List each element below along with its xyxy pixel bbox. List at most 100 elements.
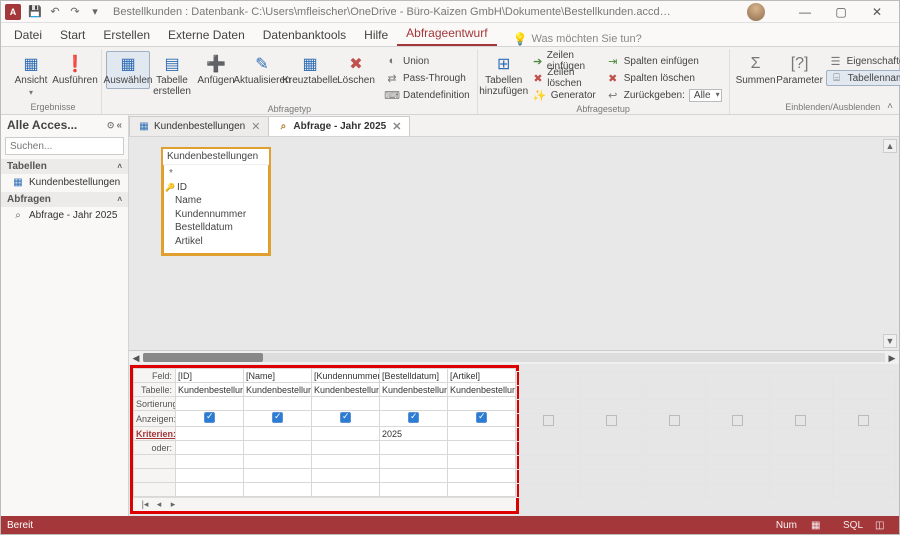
- view-design-button[interactable]: ◫: [875, 520, 893, 531]
- nav-collapse-icon[interactable]: «: [116, 120, 122, 131]
- tab-hilfe[interactable]: Hilfe: [355, 24, 397, 46]
- grid-cell[interactable]: [Bestelldatum]: [380, 369, 448, 383]
- show-checkbox[interactable]: [448, 411, 516, 427]
- grid-cell[interactable]: [176, 397, 244, 411]
- source-table-box[interactable]: Kundenbestellungen * ID Name Kundennumme…: [161, 147, 271, 256]
- aktualisieren-button[interactable]: ✎ Aktualisieren: [238, 51, 286, 89]
- summen-button[interactable]: Σ Summen: [734, 51, 778, 89]
- scroll-left-icon[interactable]: ◀: [129, 351, 143, 365]
- show-checkbox[interactable]: [380, 411, 448, 427]
- zeilen-loeschen-button[interactable]: ✖Zeilen löschen: [530, 70, 599, 86]
- grid-cell[interactable]: [448, 427, 516, 441]
- tab-erstellen[interactable]: Erstellen: [94, 24, 159, 46]
- canvas-horizontal-scrollbar[interactable]: ◀ ▶: [129, 350, 899, 364]
- grid-cell[interactable]: Kundenbestellungen: [448, 383, 516, 397]
- tab-datenbanktools[interactable]: Datenbanktools: [254, 24, 355, 46]
- tab-abfrageentwurf[interactable]: Abfrageentwurf: [397, 22, 496, 46]
- unchecked-icon[interactable]: [732, 415, 743, 426]
- redo-icon[interactable]: ↷: [67, 4, 83, 20]
- loeschen-button[interactable]: ✖ Löschen: [334, 51, 378, 89]
- qat-customize-icon[interactable]: ▾: [87, 4, 103, 20]
- tabellen-hinzufuegen-button[interactable]: ⊞ Tabellen hinzufügen: [482, 51, 526, 99]
- spalten-einfuegen-button[interactable]: ⇥Spalten einfügen: [603, 53, 725, 69]
- ansicht-button[interactable]: ▦ Ansicht ▾: [9, 51, 53, 99]
- close-button[interactable]: ✕: [859, 1, 895, 23]
- ausfuehren-button[interactable]: ❗ Ausführen: [53, 51, 97, 89]
- user-avatar-icon[interactable]: [747, 3, 765, 21]
- doc-tab-abfrage-jahr-2025[interactable]: ⌕ Abfrage - Jahr 2025 ✕: [268, 116, 410, 136]
- auswaehlen-button[interactable]: ▦ Auswählen: [106, 51, 150, 89]
- grid-cell[interactable]: [312, 441, 380, 455]
- scroll-thumb[interactable]: [143, 353, 263, 362]
- tab-start[interactable]: Start: [51, 24, 94, 46]
- tabellennamen-toggle[interactable]: ⌸Tabellennamen: [826, 70, 900, 86]
- maximize-button[interactable]: ▢: [823, 1, 859, 23]
- grid-cell[interactable]: [448, 441, 516, 455]
- grid-cell[interactable]: [176, 427, 244, 441]
- nav-first-icon[interactable]: |◂: [139, 499, 151, 510]
- nav-dropdown-icon[interactable]: ⊙: [107, 120, 115, 131]
- tab-datei[interactable]: Datei: [5, 24, 51, 46]
- field-name[interactable]: Name: [175, 194, 263, 208]
- union-button[interactable]: ◐Union: [382, 53, 473, 69]
- generator-button[interactable]: ✨Generator: [530, 87, 599, 103]
- collapse-ribbon-icon[interactable]: ˄: [887, 101, 893, 112]
- datendefinition-button[interactable]: ⌨Datendefinition: [382, 87, 473, 103]
- grid-cell[interactable]: Kundenbestellungen: [312, 383, 380, 397]
- nav-prev-icon[interactable]: ◂: [153, 499, 165, 510]
- tell-me-search[interactable]: 💡 Was möchten Sie tun?: [513, 32, 642, 46]
- field-kundennummer[interactable]: Kundennummer: [175, 208, 263, 222]
- nav-search-input[interactable]: [6, 141, 142, 152]
- scroll-down-button[interactable]: ▼: [883, 334, 897, 348]
- field-artikel[interactable]: Artikel: [175, 235, 263, 249]
- nav-item-query-abfrage-jahr-2025[interactable]: ⌕ Abfrage - Jahr 2025: [1, 207, 128, 223]
- show-checkbox[interactable]: [176, 411, 244, 427]
- view-sql-button[interactable]: SQL: [843, 520, 861, 531]
- grid-record-nav[interactable]: |◂ ◂ ▸: [133, 497, 516, 511]
- query-design-canvas[interactable]: Kundenbestellungen * ID Name Kundennumme…: [129, 137, 899, 350]
- doc-tab-kundenbestellungen[interactable]: ▦ Kundenbestellungen ✕: [129, 116, 269, 136]
- grid-cell[interactable]: [Name]: [244, 369, 312, 383]
- field-bestelldatum[interactable]: Bestelldatum: [175, 221, 263, 235]
- grid-cell[interactable]: [312, 397, 380, 411]
- spalten-loeschen-button[interactable]: ✖Spalten löschen: [603, 70, 725, 86]
- zurueckgeben-field[interactable]: ↩ Zurückgeben: Alle ▾: [603, 87, 725, 103]
- passthrough-button[interactable]: ⇄Pass-Through: [382, 70, 473, 86]
- nav-group-tables-header[interactable]: Tabellen ˄: [1, 159, 128, 174]
- grid-cell[interactable]: Kundenbestellungen: [244, 383, 312, 397]
- grid-cell[interactable]: Kundenbestellungen: [380, 383, 448, 397]
- scroll-up-button[interactable]: ▲: [883, 139, 897, 153]
- grid-cell[interactable]: [448, 397, 516, 411]
- tab-externe-daten[interactable]: Externe Daten: [159, 24, 254, 46]
- view-datasheet-button[interactable]: ▦: [811, 520, 829, 531]
- grid-cell[interactable]: [176, 441, 244, 455]
- nav-pane-title[interactable]: Alle Acces... ⊙ «: [1, 115, 128, 135]
- nav-next-icon[interactable]: ▸: [167, 499, 179, 510]
- show-checkbox[interactable]: [312, 411, 380, 427]
- field-star[interactable]: *: [169, 167, 263, 181]
- unchecked-icon[interactable]: [795, 415, 806, 426]
- field-id[interactable]: ID: [175, 181, 263, 195]
- kreuztabelle-button[interactable]: ▦ Kreuztabelle: [286, 51, 334, 89]
- scroll-right-icon[interactable]: ▶: [885, 351, 899, 365]
- grid-cell[interactable]: [380, 441, 448, 455]
- grid-cell[interactable]: [380, 397, 448, 411]
- grid-cell[interactable]: [312, 427, 380, 441]
- save-icon[interactable]: 💾: [27, 4, 43, 20]
- grid-cell[interactable]: [244, 397, 312, 411]
- close-tab-icon[interactable]: ✕: [392, 120, 401, 133]
- grid-cell[interactable]: [244, 441, 312, 455]
- grid-cell[interactable]: [ID]: [176, 369, 244, 383]
- unchecked-icon[interactable]: [543, 415, 554, 426]
- nav-group-queries-header[interactable]: Abfragen ˄: [1, 192, 128, 207]
- grid-cell[interactable]: [Artikel]: [448, 369, 516, 383]
- grid-cell[interactable]: 2025: [380, 427, 448, 441]
- zurueckgeben-combo[interactable]: Alle ▾: [689, 89, 722, 102]
- tabelle-erstellen-button[interactable]: ▤ Tabelle erstellen: [150, 51, 194, 99]
- nav-search[interactable]: 🔍: [5, 137, 124, 155]
- unchecked-icon[interactable]: [858, 415, 869, 426]
- eigenschaftenblatt-button[interactable]: ☰Eigenschaftenblatt: [826, 53, 900, 69]
- show-checkbox[interactable]: [244, 411, 312, 427]
- unchecked-icon[interactable]: [669, 415, 680, 426]
- grid-cell[interactable]: [Kundennummer]: [312, 369, 380, 383]
